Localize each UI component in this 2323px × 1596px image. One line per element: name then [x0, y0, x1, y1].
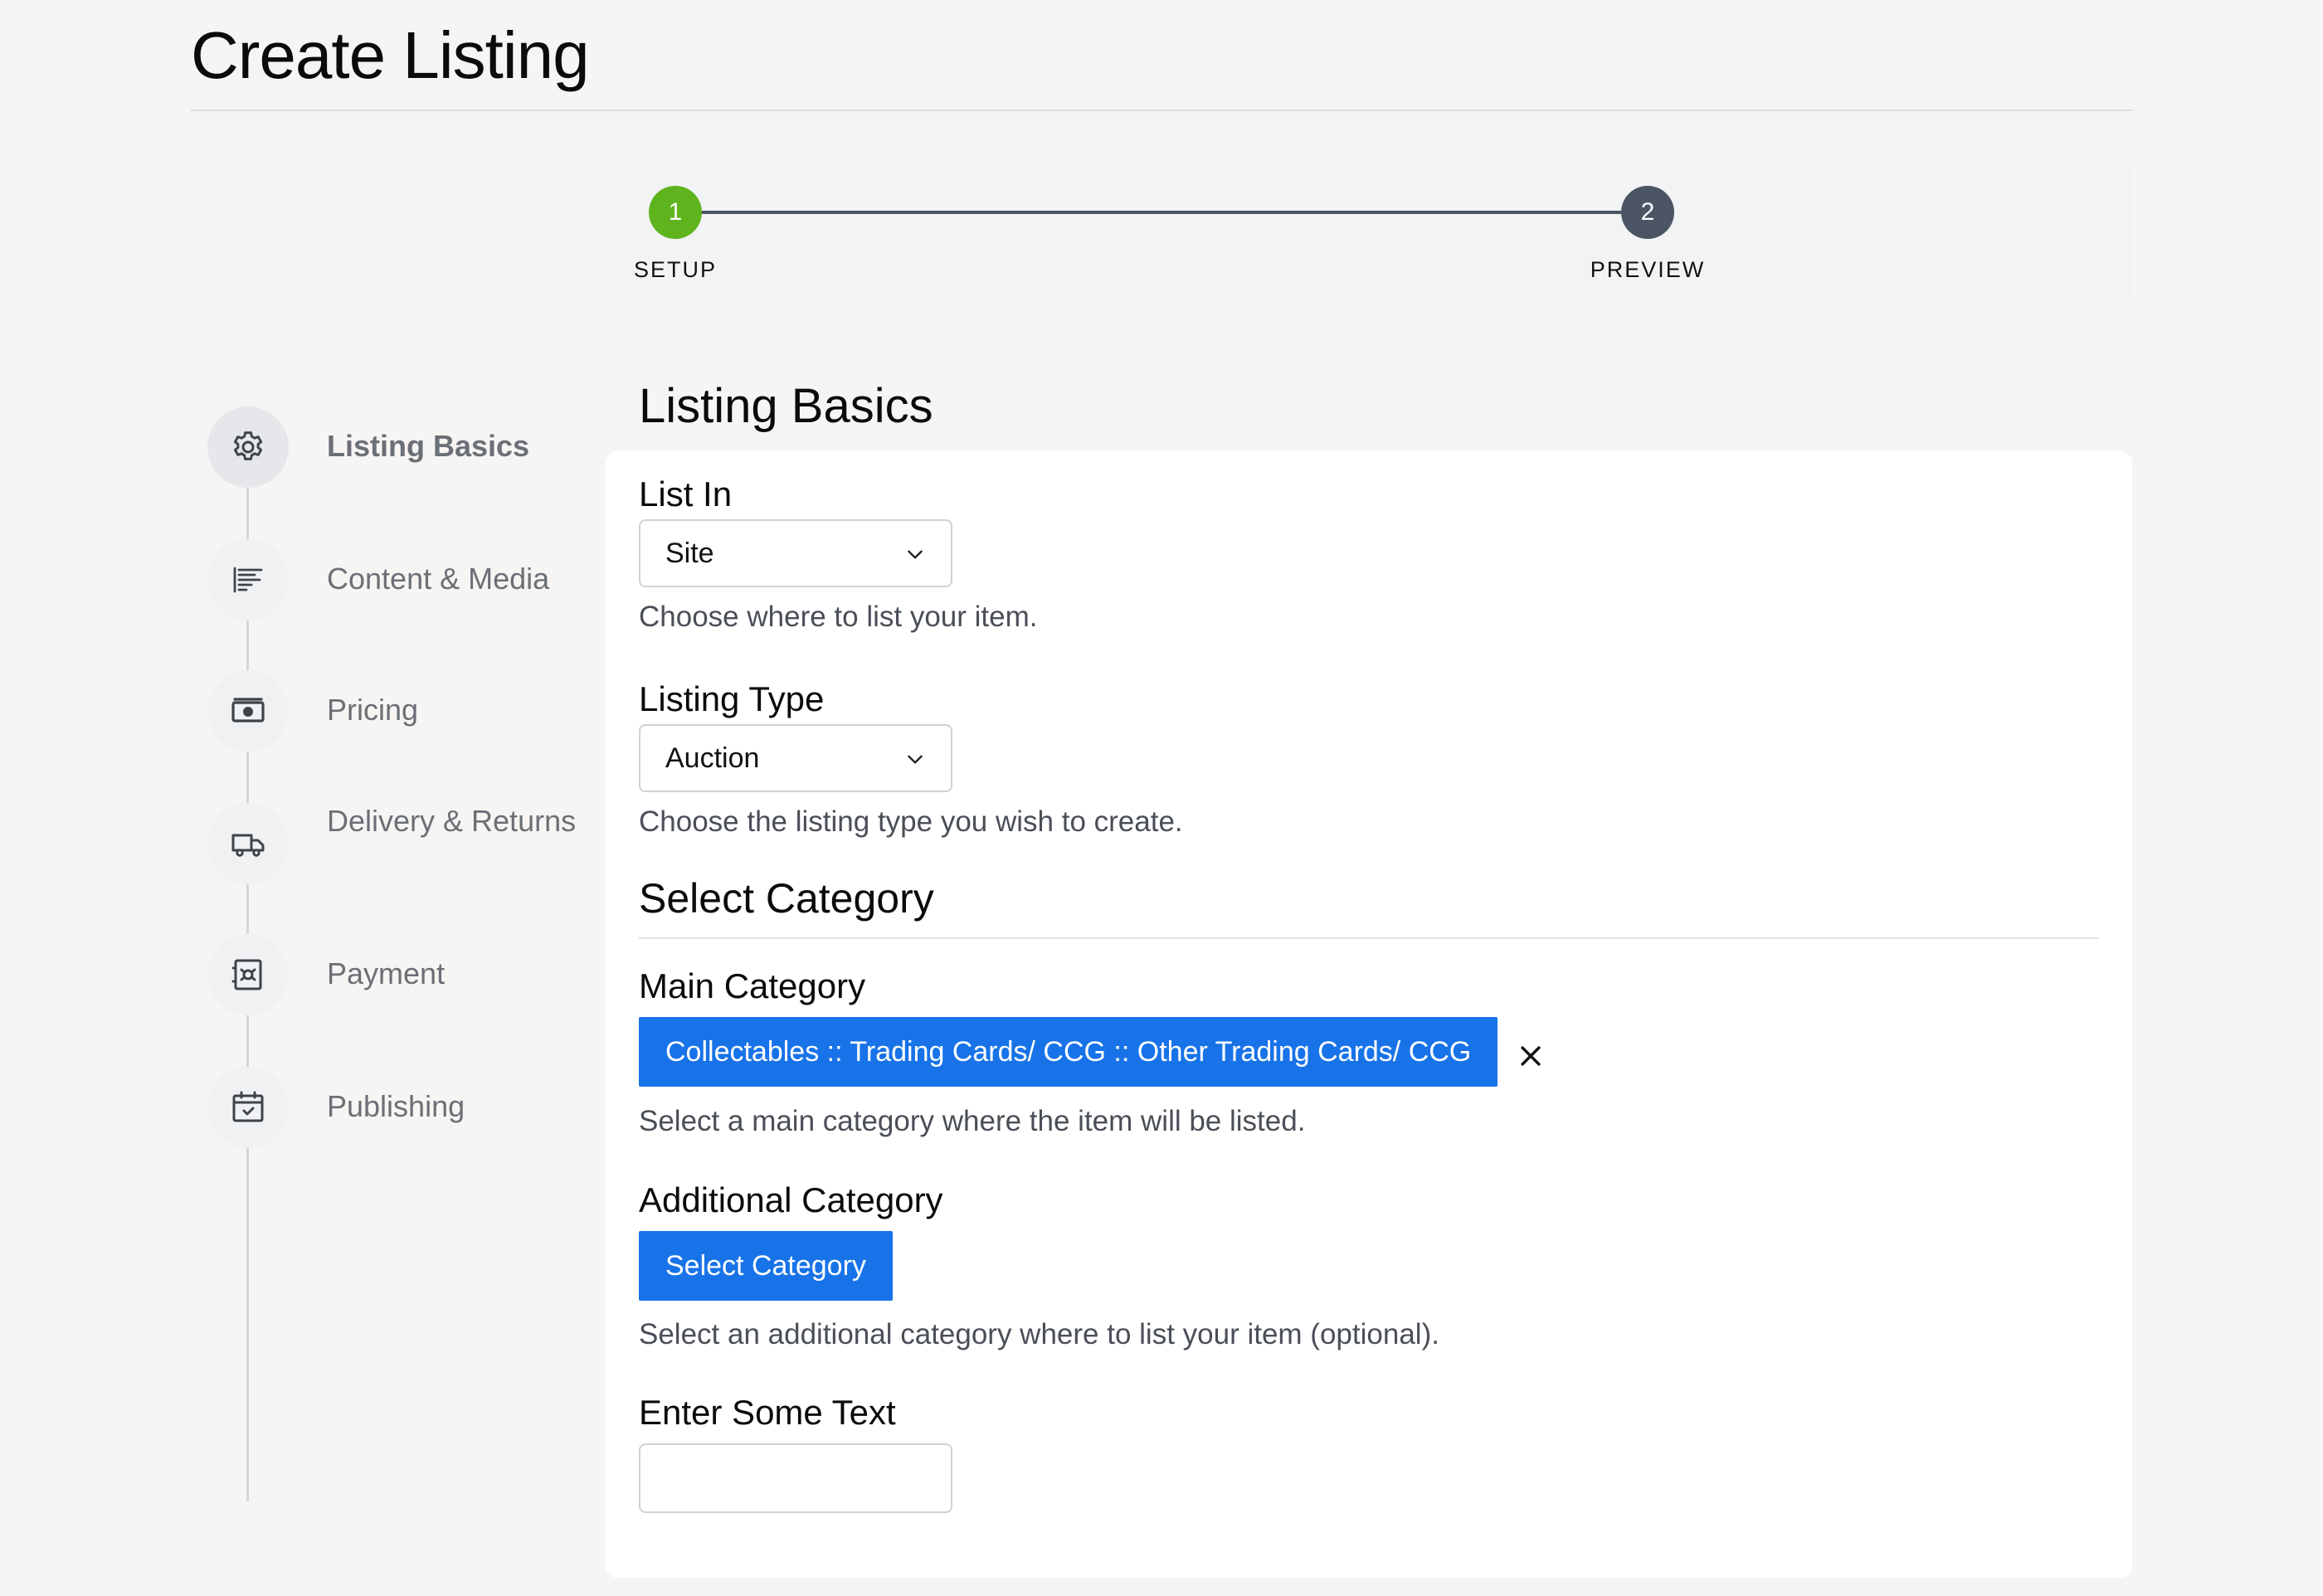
sidebar-item-content-media[interactable]: Content & Media: [207, 539, 589, 622]
listing-type-help: Choose the listing type you wish to crea…: [639, 805, 1183, 838]
progress-stepper: 1 2 SETUP PREVIEW: [191, 161, 2132, 299]
step-2-label: PREVIEW: [1590, 257, 1706, 282]
main-category-label: Main Category: [639, 966, 866, 1005]
banknote-icon: [207, 670, 289, 752]
sidebar-item-label: Publishing: [327, 1089, 465, 1123]
section-title: Listing Basics: [639, 379, 933, 433]
chevron-down-icon: [908, 755, 923, 764]
sidebar-item-pricing[interactable]: Pricing: [207, 670, 589, 753]
step-1-indicator[interactable]: 1: [649, 186, 702, 239]
step-1-label: SETUP: [633, 257, 718, 282]
select-category-title: Select Category: [639, 875, 934, 922]
listing-type-label: Listing Type: [639, 679, 825, 718]
safe-icon: [207, 934, 289, 1015]
sidebar-item-label: Listing Basics: [327, 429, 530, 463]
title-divider: [191, 109, 2132, 111]
sidebar-item-label: Pricing: [327, 693, 419, 727]
select-category-divider: [639, 937, 2099, 939]
list-in-select[interactable]: Site: [639, 519, 952, 587]
step-2-indicator[interactable]: 2: [1621, 186, 1674, 239]
listing-type-value: Auction: [665, 742, 760, 774]
close-icon[interactable]: [1517, 1042, 1545, 1070]
sidebar-nav: Listing Basics Content & Media Pricing D…: [207, 406, 589, 1501]
enter-text-input[interactable]: [639, 1443, 952, 1513]
list-in-value: Site: [665, 538, 714, 569]
gear-icon: [207, 406, 289, 488]
calendar-check-icon: [207, 1067, 289, 1148]
sidebar-item-publishing[interactable]: Publishing: [207, 1067, 589, 1150]
text-align-icon: [207, 539, 289, 620]
additional-category-help: Select an additional category where to l…: [639, 1318, 1439, 1350]
sidebar-item-listing-basics[interactable]: Listing Basics: [207, 406, 589, 489]
sidebar-item-label: Payment: [327, 956, 446, 990]
enter-text-label: Enter Some Text: [639, 1393, 896, 1432]
list-in-help: Choose where to list your item.: [639, 601, 1038, 633]
chevron-down-icon: [908, 550, 923, 559]
sidebar-item-label: Content & Media: [327, 562, 550, 596]
main-category-help: Select a main category where the item wi…: [639, 1105, 1306, 1137]
select-category-button[interactable]: Select Category: [639, 1231, 893, 1301]
listing-type-select[interactable]: Auction: [639, 724, 952, 792]
truck-icon: [207, 803, 289, 884]
sidebar-item-label: Delivery & Returns: [327, 804, 577, 838]
main-category-chip[interactable]: Collectables :: Trading Cards/ CCG :: Ot…: [639, 1017, 1498, 1087]
stepper-connector: [675, 211, 1646, 214]
sidebar-item-payment[interactable]: Payment: [207, 934, 589, 1017]
additional-category-label: Additional Category: [639, 1180, 943, 1219]
listing-basics-card: List In Site Choose where to list your i…: [606, 451, 2132, 1578]
list-in-label: List In: [639, 474, 733, 513]
page-title: Create Listing: [191, 18, 590, 92]
sidebar-item-delivery-returns[interactable]: Delivery & Returns: [207, 803, 589, 886]
